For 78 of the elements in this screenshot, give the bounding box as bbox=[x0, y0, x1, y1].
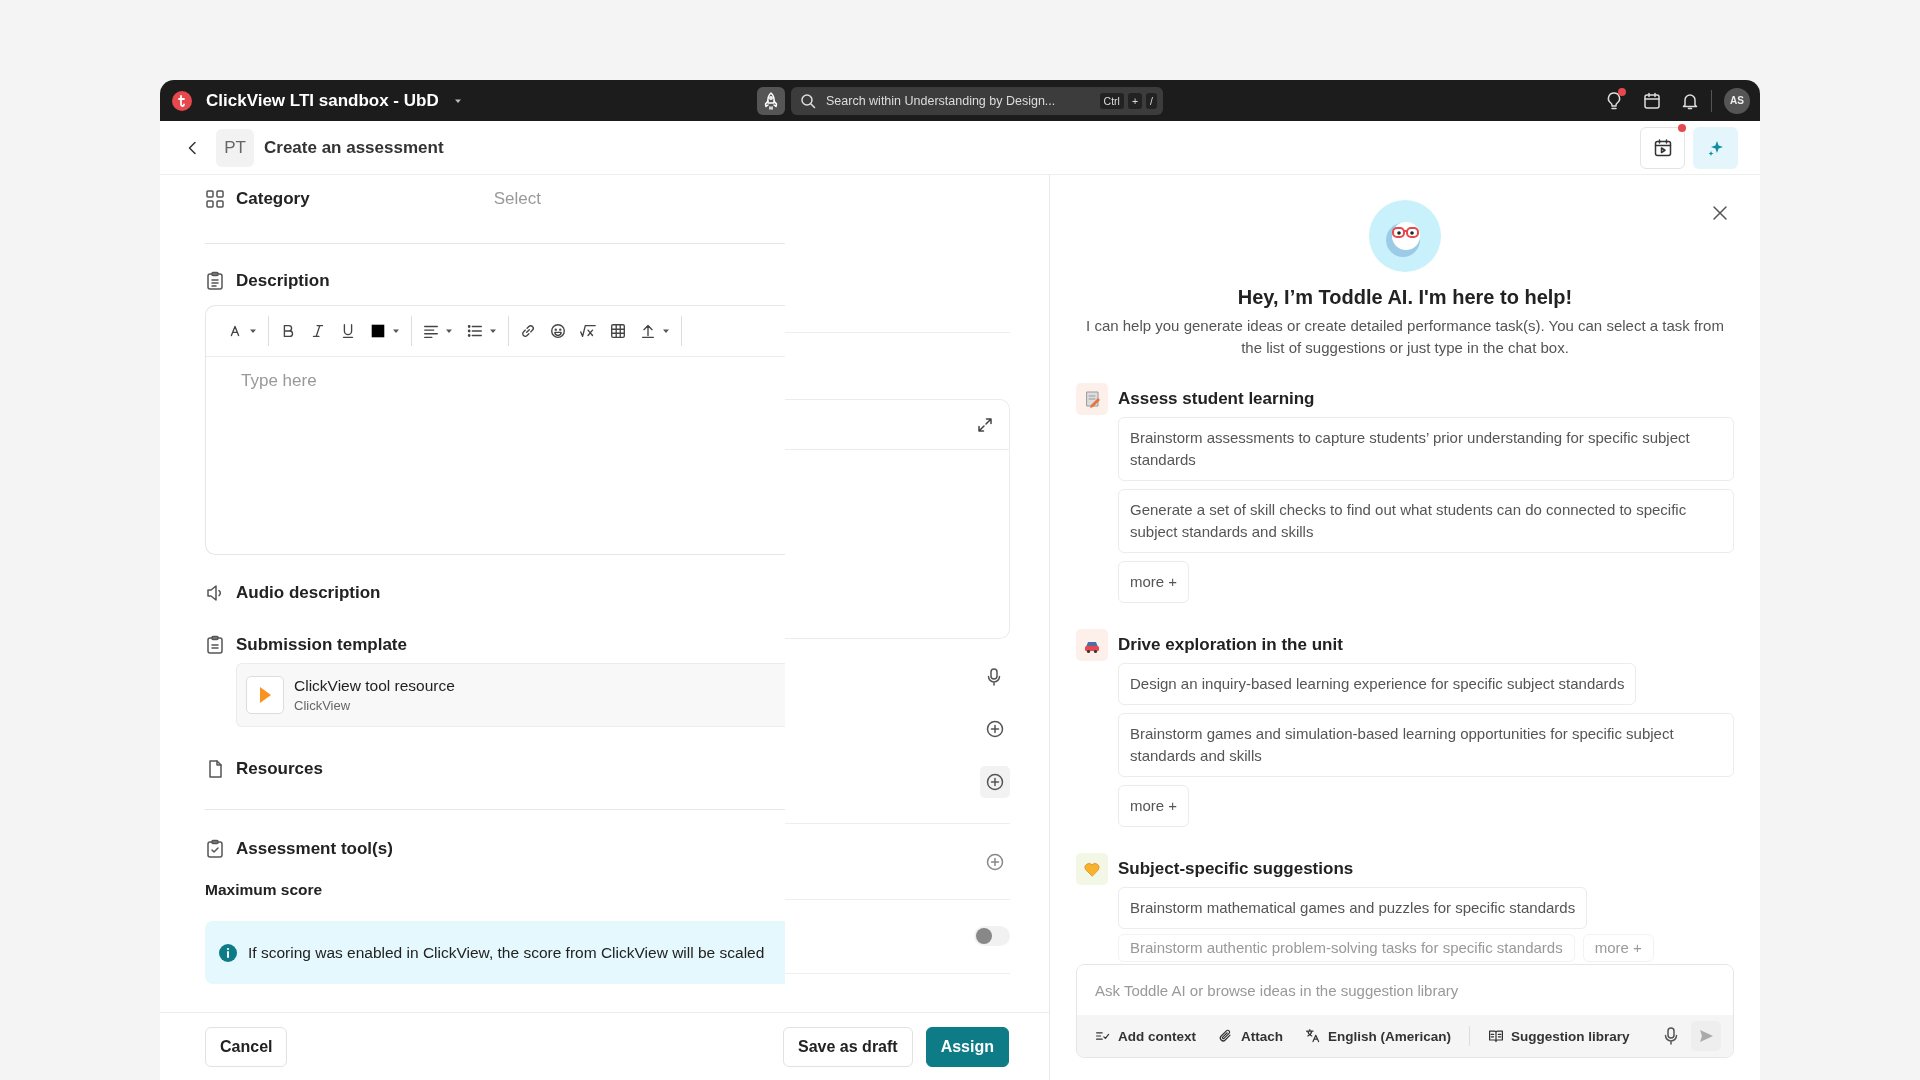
translate-icon bbox=[1305, 1028, 1322, 1044]
toggle-switch[interactable] bbox=[974, 926, 1010, 946]
shortcut-key: Ctrl bbox=[1099, 92, 1124, 109]
text-editor[interactable]: Type here bbox=[205, 305, 785, 555]
play-icon bbox=[257, 685, 273, 705]
send-icon bbox=[1698, 1028, 1714, 1044]
lightbulb-icon[interactable] bbox=[1605, 90, 1623, 111]
microphone-icon[interactable] bbox=[1663, 1027, 1679, 1045]
add-icon[interactable] bbox=[986, 720, 1004, 738]
section-heading: Category bbox=[236, 189, 310, 209]
resource-source: ClickView bbox=[294, 698, 352, 713]
list-icon[interactable] bbox=[466, 322, 484, 340]
clipboard-icon bbox=[205, 271, 225, 291]
suggestion-chip[interactable]: Brainstorm assessments to capture students’ prior understanding for specific subject standards bbox=[1118, 417, 1734, 481]
grid-icon bbox=[205, 189, 225, 209]
expand-icon[interactable] bbox=[977, 416, 993, 433]
info-text: If scoring was enabled in ClickView, the score from ClickView will be scaled bbox=[248, 943, 765, 962]
emoji-icon[interactable] bbox=[549, 322, 567, 340]
chat-action-button[interactable]: English (American) bbox=[1305, 1028, 1452, 1044]
shortcut-key: + bbox=[1127, 92, 1143, 109]
table-icon[interactable] bbox=[609, 322, 627, 340]
suggestion-chip[interactable]: Brainstorm games and simulation-based learning opportunities for specific subject standards and skills bbox=[1118, 713, 1734, 777]
section-heading: Audio description bbox=[236, 583, 381, 603]
bell-icon[interactable] bbox=[1681, 91, 1699, 110]
save-draft-button[interactable]: Save as draft bbox=[783, 1026, 913, 1067]
chat-action-button[interactable]: Attach bbox=[1218, 1028, 1284, 1044]
section-heading: Assessment tool(s) bbox=[236, 839, 393, 859]
calendar-play-icon bbox=[1652, 137, 1673, 158]
assistant-intro: I can help you generate ideas or create detailed performance task(s). You can select a task from the list of suggestions or just type in the chat box. bbox=[1085, 316, 1725, 358]
chat-action-button[interactable]: Suggestion library bbox=[1488, 1028, 1630, 1044]
paperclip-icon bbox=[1218, 1028, 1234, 1044]
clipboard-check-icon bbox=[205, 839, 225, 859]
add-icon[interactable] bbox=[986, 853, 1004, 871]
user-avatar[interactable]: AS bbox=[1724, 87, 1750, 114]
workspace-switcher[interactable]: ClickView LTI sandbox - UbD bbox=[206, 90, 463, 111]
cancel-button[interactable]: Cancel bbox=[205, 1026, 288, 1067]
text-area[interactable]: Type here bbox=[206, 357, 785, 554]
group-heading: Drive exploration in the unit bbox=[1118, 635, 1343, 655]
section-heading: Resources bbox=[236, 759, 323, 779]
add-button[interactable] bbox=[980, 766, 1010, 798]
assign-button[interactable]: Assign bbox=[925, 1026, 1009, 1067]
suggestion-chip[interactable]: Brainstorm mathematical games and puzzles for specific standards bbox=[1118, 887, 1588, 929]
section-heading: Submission template bbox=[236, 635, 407, 655]
calendar-icon[interactable] bbox=[1643, 91, 1661, 110]
chat-action-button[interactable]: Add context bbox=[1095, 1028, 1196, 1044]
launch-button[interactable] bbox=[757, 86, 785, 115]
formula-icon[interactable] bbox=[579, 322, 597, 340]
field-label: Maximum score bbox=[205, 881, 324, 899]
mascot-icon bbox=[1369, 200, 1441, 272]
planner-button[interactable] bbox=[1640, 126, 1685, 169]
more-button[interactable]: more + bbox=[1118, 785, 1190, 827]
text-color-icon[interactable] bbox=[369, 322, 387, 340]
resource-title: ClickView tool resource bbox=[294, 677, 455, 695]
page-title: Create an assessment bbox=[264, 137, 444, 158]
clipboard-icon bbox=[205, 635, 225, 655]
info-icon bbox=[218, 942, 238, 963]
suggestion-chip[interactable]: Generate a set of skill checks to find out what students can do connected to specific subject standards and skills bbox=[1118, 489, 1734, 553]
search-input[interactable]: Search within Understanding by Design... bbox=[824, 92, 1092, 109]
search-field[interactable]: Search within Understanding by Design... Ctrl + / bbox=[791, 86, 1163, 115]
shortcut-key: / bbox=[1146, 92, 1157, 109]
logo-icon bbox=[172, 90, 192, 111]
resource-card[interactable]: ClickView tool resource ClickView bbox=[236, 663, 785, 727]
assistant-title: Hey, I’m Toddle AI. I'm here to help! bbox=[1237, 286, 1573, 309]
chat-box[interactable]: Ask Toddle AI or browse ideas in the suggestion library Add context Attach English (American) Suggestion library bbox=[1076, 964, 1734, 1058]
link-icon[interactable] bbox=[519, 322, 537, 340]
group-heading: Subject-specific suggestions bbox=[1118, 859, 1354, 879]
rocket-icon bbox=[763, 91, 779, 110]
more-button[interactable]: more + bbox=[1118, 561, 1190, 603]
book-icon bbox=[1488, 1028, 1505, 1044]
type-badge: PT bbox=[216, 128, 254, 167]
section-heading: Description bbox=[236, 271, 330, 291]
add-icon bbox=[986, 773, 1004, 791]
group-heading: Assess student learning bbox=[1118, 389, 1315, 409]
microphone-icon[interactable] bbox=[986, 668, 1002, 686]
close-icon[interactable] bbox=[1712, 205, 1728, 221]
upload-icon[interactable] bbox=[639, 322, 657, 340]
search-icon bbox=[800, 92, 816, 109]
suggestion-chip[interactable]: Design an inquiry-based learning experience for specific subject standards bbox=[1118, 663, 1637, 705]
